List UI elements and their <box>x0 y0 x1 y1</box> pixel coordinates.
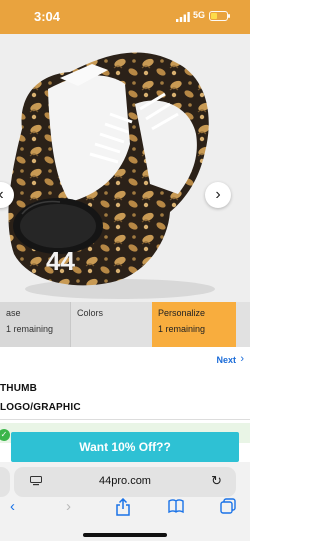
url-text: 44pro.com <box>99 475 151 487</box>
chevron-left-icon: ‹ <box>0 186 4 203</box>
next-link[interactable]: Next <box>216 355 236 365</box>
divider <box>0 419 250 420</box>
home-indicator <box>83 533 167 537</box>
cellular-signal-icon <box>176 12 190 22</box>
network-type: 5G <box>193 10 206 20</box>
tabs-icon[interactable] <box>220 498 236 514</box>
glove-logo-text: 44 <box>46 246 75 276</box>
glove-image: 44 <box>8 52 215 299</box>
browser-chrome: 44pro.com ↻ ‹ › <box>0 462 250 541</box>
next-image-button[interactable]: › <box>205 182 231 208</box>
option-thumb[interactable]: THUMB <box>0 383 250 394</box>
tab-base[interactable]: ase 1 remaining <box>0 302 70 347</box>
tab-colors[interactable]: Colors <box>70 302 152 347</box>
product-image-area: 44 ‹ › <box>0 34 250 302</box>
status-bar: 3:04 5G <box>0 0 250 34</box>
chevron-right-icon[interactable]: › <box>240 353 244 365</box>
discount-offer-button[interactable]: Want 10% Off?? <box>11 432 239 462</box>
back-icon[interactable]: ‹ <box>10 498 15 515</box>
option-logo-graphic[interactable]: LOGO/GRAPHIC <box>0 402 250 413</box>
tab-personalize-remaining: 1 remaining <box>158 324 206 334</box>
chevron-right-icon: › <box>215 186 221 203</box>
customizer-tabs: ase 1 remaining Colors Personalize 1 rem… <box>0 302 250 347</box>
reload-icon[interactable]: ↻ <box>211 473 222 489</box>
previous-tab-edge[interactable] <box>0 467 10 497</box>
browser-toolbar: ‹ › <box>0 498 250 522</box>
tab-base-title: ase <box>6 308 21 318</box>
forward-icon[interactable]: › <box>66 498 71 515</box>
tab-personalize[interactable]: Personalize 1 remaining <box>152 302 236 347</box>
step-navigation: Next › <box>0 347 250 377</box>
battery-icon <box>209 11 230 21</box>
bookmarks-icon[interactable] <box>168 498 184 514</box>
tab-base-remaining: 1 remaining <box>6 324 54 334</box>
status-time: 3:04 <box>34 9 61 24</box>
share-icon[interactable] <box>116 498 130 516</box>
tab-overflow[interactable] <box>236 302 250 347</box>
tab-personalize-title: Personalize <box>158 308 206 318</box>
address-bar[interactable]: 44pro.com ↻ <box>14 467 236 497</box>
tab-colors-title: Colors <box>77 308 104 318</box>
